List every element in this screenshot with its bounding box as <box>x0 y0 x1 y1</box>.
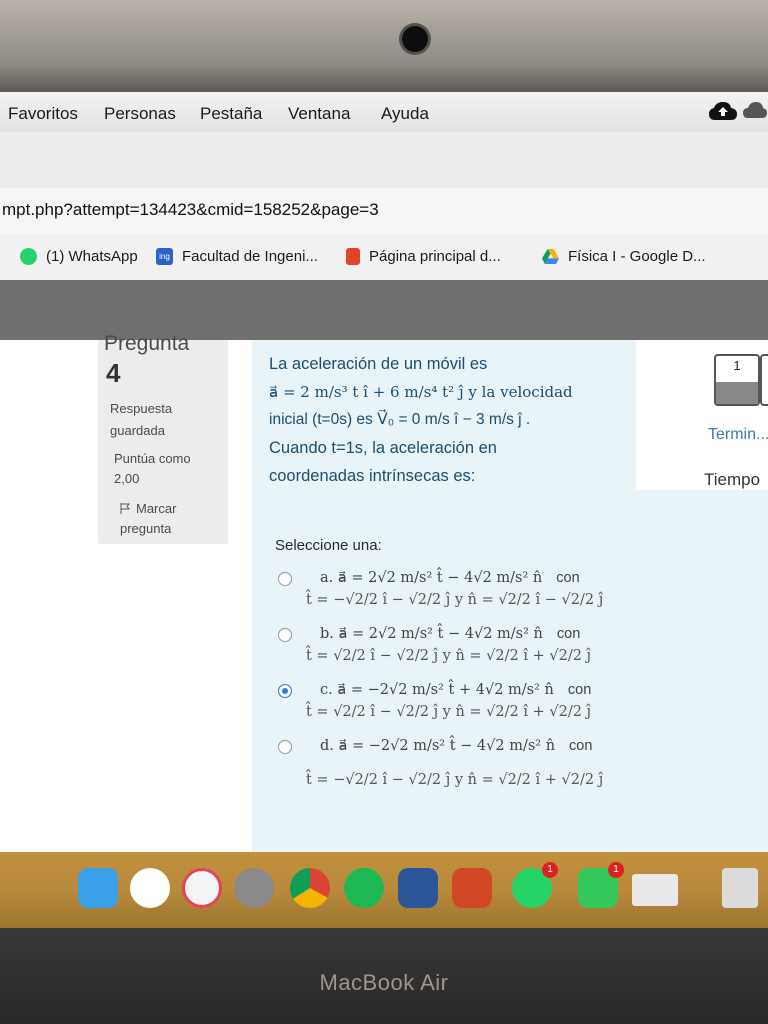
menu-pestana[interactable]: Pestaña <box>200 104 262 124</box>
bookmark-fisica[interactable]: Física I - Google D... <box>542 248 706 265</box>
webcam <box>402 26 428 52</box>
system-preferences-icon[interactable] <box>234 868 274 908</box>
bookmark-label: (1) WhatsApp <box>46 248 138 265</box>
ing-icon: ing <box>156 248 173 265</box>
quiz-content: Pregunta 4 Respuesta guardada Puntúa com… <box>0 332 768 910</box>
office-icon <box>346 248 360 265</box>
option-d-text: d. a⃗ = −2√2 m/s² t̂ − 4√2 m/s² n̂ <box>320 738 556 754</box>
question-line: Cuando t=1s, la aceleración en <box>269 439 497 457</box>
question-number: 4 <box>106 358 121 388</box>
site-header-band <box>0 280 768 340</box>
finder-icon[interactable] <box>78 868 118 908</box>
quiz-navigation: 1 Termin... Tiempo <box>704 354 768 654</box>
answer-box: Seleccione una: a. a⃗ = 2√2 m/s² t̂ − 4√… <box>252 490 768 910</box>
option-c-radio[interactable] <box>278 684 292 698</box>
question-line: coordenadas intrínsecas es: <box>269 467 476 485</box>
laptop-bezel-top <box>0 0 768 92</box>
spotify-icon[interactable] <box>344 868 384 908</box>
question-line: a⃗ = 2 m/s³ t î + 6 m/s⁴ t² ĵ y la veloc… <box>269 383 573 401</box>
flag-label-1: Marcar <box>136 501 177 516</box>
select-one-label: Seleccione una: <box>275 537 382 554</box>
google-drive-icon <box>542 248 559 265</box>
quiz-nav-button-2[interactable] <box>760 354 768 406</box>
question-text-box: La aceleración de un móvil es a⃗ = 2 m/s… <box>252 340 636 490</box>
time-label: Tiempo <box>704 470 761 489</box>
finish-attempt-link[interactable]: Termin... <box>708 426 768 444</box>
powerpoint-icon[interactable] <box>452 868 492 908</box>
facetime-icon[interactable]: 1 <box>578 862 624 908</box>
status-line-1: Respuesta <box>110 401 173 416</box>
option-a-line2: t̂ = −√2/2 î − √2/2 ĵ y n̂ = √2/2 î − √2… <box>306 592 604 608</box>
menu-bar: Favoritos Personas Pestaña Ventana Ayuda <box>0 92 768 133</box>
con-text: con <box>567 682 592 698</box>
bookmarks-bar: (1) WhatsApp ing Facultad de Ingeni... P… <box>0 234 768 281</box>
option-d-radio[interactable] <box>278 740 292 754</box>
notification-badge: 1 <box>542 862 558 878</box>
question-label: Pregunta <box>104 332 190 355</box>
bookmark-label: Física I - Google D... <box>568 248 706 265</box>
option-c-text: c. a⃗ = −2√2 m/s² t̂ + 4√2 m/s² n̂ <box>320 682 554 698</box>
music-icon[interactable] <box>182 868 222 908</box>
score-value: 2,00 <box>114 471 140 486</box>
laptop-bezel-bottom: MacBook Air <box>0 928 768 1024</box>
bookmark-facultad[interactable]: ing Facultad de Ingeni... <box>156 248 318 265</box>
option-a-radio[interactable] <box>278 572 292 586</box>
option-b-text: b. a⃗ = 2√2 m/s² t̂ − 4√2 m/s² n̂ <box>320 626 543 642</box>
option-b-radio[interactable] <box>278 628 292 642</box>
trash-icon[interactable] <box>722 868 758 908</box>
con-text: con <box>569 738 593 754</box>
dock: 1 1 <box>0 852 768 928</box>
word-icon[interactable] <box>398 868 438 908</box>
menu-ayuda[interactable]: Ayuda <box>381 104 429 124</box>
flag-question-button[interactable]: Marcar <box>120 498 176 519</box>
url-text[interactable]: mpt.php?attempt=134423&cmid=158252&page=… <box>2 200 379 220</box>
bookmark-label: Facultad de Ingeni... <box>182 248 318 265</box>
macbook-label: MacBook Air <box>319 970 449 995</box>
flag-icon <box>120 503 130 514</box>
con-text: con <box>556 570 580 586</box>
option-d-line2: t̂ = −√2/2 î − √2/2 ĵ y n̂ = √2/2 î + √2… <box>306 772 604 788</box>
address-bar[interactable]: mpt.php?attempt=134423&cmid=158252&page=… <box>0 188 768 235</box>
question-line: inicial (t=0s) es V⃗₀ = 0 m/s î − 3 m/s … <box>269 411 531 428</box>
chrome-icon[interactable] <box>290 868 330 908</box>
option-a-text: a. a⃗ = 2√2 m/s² t̂ − 4√2 m/s² n̂ <box>320 570 543 586</box>
flag-label-2: pregunta <box>120 521 172 536</box>
status-line-2: guardada <box>110 423 165 438</box>
con-text: con <box>556 626 581 642</box>
browser-toolbar <box>0 132 768 189</box>
score-line-1: Puntúa como <box>114 451 191 466</box>
question-info: Pregunta 4 Respuesta guardada Puntúa com… <box>98 332 228 544</box>
question-text: La aceleración de un móvil es a⃗ = 2 m/s… <box>269 350 629 490</box>
cloud-upload-icon[interactable] <box>708 100 738 122</box>
preview-icon[interactable] <box>632 874 678 906</box>
answered-indicator <box>716 382 758 404</box>
bookmark-whatsapp[interactable]: (1) WhatsApp <box>20 248 138 265</box>
bookmark-office[interactable]: Página principal d... <box>346 248 501 265</box>
option-c-line2: t̂ = √2/2 î − √2/2 ĵ y n̂ = √2/2 î + √2/… <box>306 704 592 720</box>
quiz-nav-button-1[interactable]: 1 <box>714 354 760 406</box>
bookmark-label: Página principal d... <box>369 248 501 265</box>
whatsapp-icon <box>20 248 37 265</box>
question-line: La aceleración de un móvil es <box>269 355 488 373</box>
notification-badge: 1 <box>608 862 624 878</box>
menu-ventana[interactable]: Ventana <box>288 104 350 124</box>
screen: Favoritos Personas Pestaña Ventana Ayuda… <box>0 92 768 910</box>
photos-icon[interactable] <box>130 868 170 908</box>
option-b-line2: t̂ = √2/2 î − √2/2 ĵ y n̂ = √2/2 î + √2/… <box>306 648 592 664</box>
cloud-icon[interactable] <box>742 100 768 120</box>
whatsapp-dock-icon[interactable]: 1 <box>512 862 558 908</box>
menu-personas[interactable]: Personas <box>104 104 176 124</box>
nav-page-number: 1 <box>733 358 741 373</box>
menu-favoritos[interactable]: Favoritos <box>8 104 78 124</box>
